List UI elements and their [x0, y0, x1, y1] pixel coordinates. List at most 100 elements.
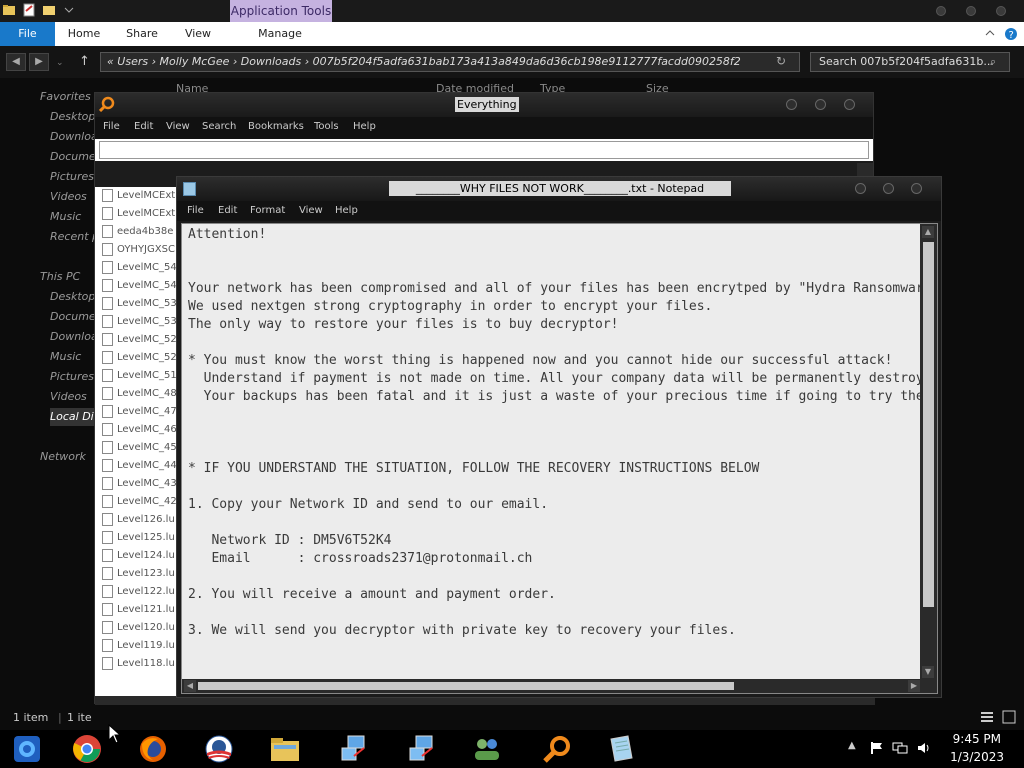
- tab-view[interactable]: View: [178, 22, 218, 46]
- back-button[interactable]: ◀: [6, 53, 26, 71]
- file-list-item[interactable]: LevelMCExt: [95, 187, 179, 205]
- tab-share[interactable]: Share: [120, 22, 164, 46]
- menu-view[interactable]: View: [299, 205, 323, 216]
- collapse-ribbon-icon[interactable]: [985, 29, 995, 39]
- scroll-down-arrow[interactable]: ▼: [922, 666, 934, 678]
- minimize-button[interactable]: [936, 6, 946, 16]
- file-list-item[interactable]: Level121.lu: [95, 601, 179, 619]
- horizontal-scrollbar[interactable]: ◀ ▶: [182, 679, 922, 693]
- taskbar-firefox[interactable]: [124, 730, 184, 768]
- up-arrow-icon[interactable]: ↑: [79, 54, 90, 69]
- flag-icon[interactable]: [870, 741, 884, 755]
- taskbar-file-explorer[interactable]: [256, 730, 316, 768]
- menu-search[interactable]: Search: [202, 121, 236, 132]
- speaker-icon[interactable]: [916, 741, 932, 755]
- tab-file[interactable]: File: [0, 22, 55, 46]
- show-hidden-icons-icon[interactable]: ▲: [848, 740, 856, 751]
- file-list-item[interactable]: LevelMC_52: [95, 349, 179, 367]
- vertical-scrollbar[interactable]: ▲ ▼: [920, 224, 937, 680]
- chevron-down-icon[interactable]: [62, 3, 76, 17]
- file-list-item[interactable]: eeda4b38e: [95, 223, 179, 241]
- file-name: LevelMC_46: [117, 424, 177, 435]
- scroll-up-arrow[interactable]: ▲: [922, 226, 934, 238]
- large-icons-view-icon[interactable]: [1002, 710, 1016, 724]
- forward-button[interactable]: ▶: [29, 53, 49, 71]
- menu-help[interactable]: Help: [335, 205, 358, 216]
- file-list-item[interactable]: LevelMC_43: [95, 475, 179, 493]
- recent-locations-icon[interactable]: ⌄: [56, 58, 64, 68]
- file-list-item[interactable]: LevelMC_44: [95, 457, 179, 475]
- scrollbar-thumb[interactable]: [198, 682, 734, 690]
- file-list-item[interactable]: LevelMC_52: [95, 331, 179, 349]
- file-list-item[interactable]: Level123.lu: [95, 565, 179, 583]
- file-list-item[interactable]: Level122.lu: [95, 583, 179, 601]
- menu-bookmarks[interactable]: Bookmarks: [248, 121, 304, 132]
- file-list-item[interactable]: Level124.lu: [95, 547, 179, 565]
- minimize-button[interactable]: [855, 183, 866, 194]
- menu-tools[interactable]: Tools: [314, 121, 339, 132]
- file-list-item[interactable]: LevelMC_54: [95, 277, 179, 295]
- file-name: LevelMC_53: [117, 316, 177, 327]
- file-icon: [102, 621, 113, 634]
- file-list-item[interactable]: Level125.lu: [95, 529, 179, 547]
- file-list-item[interactable]: LevelMC_53: [95, 295, 179, 313]
- menu-view[interactable]: View: [166, 121, 190, 132]
- menu-file[interactable]: File: [103, 121, 120, 132]
- scroll-right-arrow[interactable]: ▶: [908, 680, 920, 692]
- notepad-text-area[interactable]: Attention! Your network has been compromi…: [181, 223, 938, 694]
- taskbar-network-setup-2[interactable]: [394, 730, 454, 768]
- taskbar-notepad[interactable]: [592, 730, 652, 768]
- taskbar-ie[interactable]: [0, 730, 60, 768]
- scrollbar-thumb[interactable]: [923, 242, 934, 607]
- address-input[interactable]: « Users › Molly McGee › Downloads › 007b…: [100, 52, 800, 72]
- note-line: We used nextgen strong cryptography in o…: [188, 299, 713, 314]
- file-list-item[interactable]: LevelMC_53: [95, 313, 179, 331]
- taskbar-network-setup[interactable]: [326, 730, 386, 768]
- menu-file[interactable]: File: [187, 205, 204, 216]
- clock-date[interactable]: 1/3/2023: [950, 750, 1004, 764]
- file-list-item[interactable]: Level118.lu: [95, 655, 179, 673]
- search-icon[interactable]: ⌕: [990, 55, 996, 69]
- everything-search-input[interactable]: [99, 141, 869, 159]
- menu-edit[interactable]: Edit: [218, 205, 237, 216]
- file-name: eeda4b38e: [117, 226, 174, 237]
- scroll-left-arrow[interactable]: ◀: [184, 680, 196, 692]
- menu-edit[interactable]: Edit: [134, 121, 153, 132]
- file-list-item[interactable]: LevelMC_42: [95, 493, 179, 511]
- file-list-item[interactable]: Level119.lu: [95, 637, 179, 655]
- search-input[interactable]: Search 007b5f204f5adfa631b...: [810, 52, 1010, 72]
- file-list-item[interactable]: OYHYJGXSC: [95, 241, 179, 259]
- resize-grip[interactable]: [920, 679, 937, 693]
- file-list-item[interactable]: LevelMC_54: [95, 259, 179, 277]
- folder-icon[interactable]: [2, 3, 16, 17]
- file-list-item[interactable]: LevelMCExt: [95, 205, 179, 223]
- minimize-button[interactable]: [786, 99, 797, 110]
- menu-format[interactable]: Format: [250, 205, 285, 216]
- file-list-item[interactable]: Level120.lu: [95, 619, 179, 637]
- tab-manage[interactable]: Manage: [250, 22, 310, 46]
- close-button[interactable]: [911, 183, 922, 194]
- clock-time[interactable]: 9:45 PM: [953, 732, 1001, 746]
- file-list-item[interactable]: LevelMC_51: [95, 367, 179, 385]
- file-list-item[interactable]: LevelMC_47: [95, 403, 179, 421]
- file-list-item[interactable]: LevelMC_45: [95, 439, 179, 457]
- maximize-button[interactable]: [815, 99, 826, 110]
- maximize-button[interactable]: [883, 183, 894, 194]
- tab-home[interactable]: Home: [62, 22, 106, 46]
- properties-icon[interactable]: [22, 3, 36, 17]
- taskbar-obama-logo[interactable]: [190, 730, 250, 768]
- file-list-item[interactable]: Level126.lu: [95, 511, 179, 529]
- file-list-item[interactable]: LevelMC_48: [95, 385, 179, 403]
- taskbar-everything[interactable]: [528, 730, 588, 768]
- taskbar-users[interactable]: [458, 730, 518, 768]
- help-icon[interactable]: ?: [1004, 27, 1018, 41]
- network-status-icon[interactable]: [892, 741, 908, 755]
- new-folder-icon[interactable]: [42, 3, 56, 17]
- refresh-icon[interactable]: ↻: [776, 54, 786, 68]
- menu-help[interactable]: Help: [353, 121, 376, 132]
- close-button[interactable]: [996, 6, 1006, 16]
- file-list-item[interactable]: LevelMC_46: [95, 421, 179, 439]
- close-button[interactable]: [844, 99, 855, 110]
- details-view-icon[interactable]: [980, 710, 994, 724]
- maximize-button[interactable]: [966, 6, 976, 16]
